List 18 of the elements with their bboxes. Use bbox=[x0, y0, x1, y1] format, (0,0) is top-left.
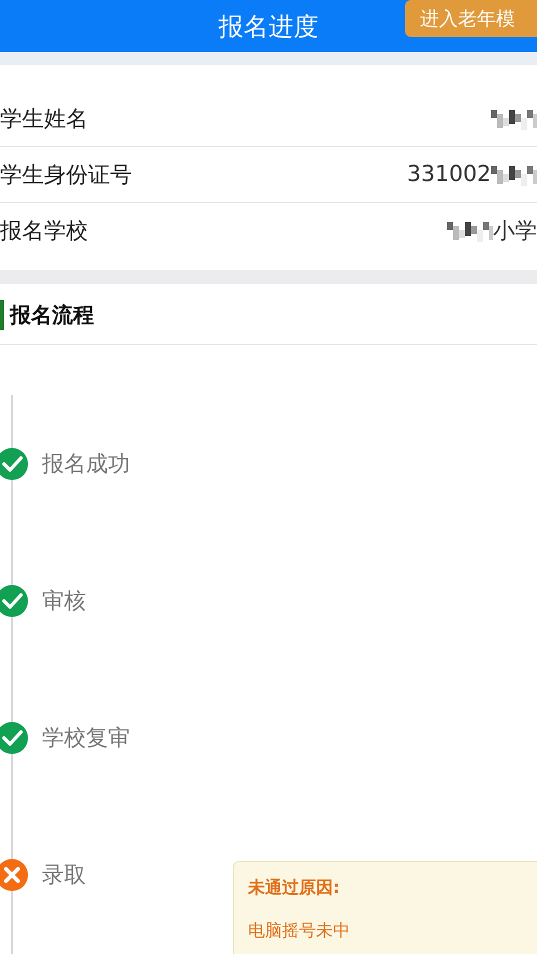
step-label: 学校复审 bbox=[42, 724, 130, 752]
step-label: 报名成功 bbox=[42, 450, 130, 478]
page-title: 报名进度 bbox=[218, 10, 318, 42]
reason-text: 电脑摇号未中 bbox=[248, 920, 351, 942]
field-value: 331002 bbox=[407, 162, 491, 187]
field-label: 学生姓名 bbox=[0, 106, 88, 134]
field-label: 报名学校 bbox=[0, 218, 88, 246]
cross-icon bbox=[0, 858, 29, 892]
step-label: 录取 bbox=[42, 862, 86, 890]
field-value: 小学 bbox=[493, 218, 537, 246]
field-label: 学生身份证号 bbox=[0, 162, 132, 190]
section-title: 报名流程 bbox=[0, 300, 537, 330]
step-label: 审核 bbox=[42, 588, 86, 616]
check-icon bbox=[0, 446, 29, 480]
elder-mode-button[interactable]: 进入老年模 bbox=[405, 0, 537, 37]
check-icon bbox=[0, 720, 29, 754]
check-icon bbox=[0, 584, 29, 618]
reason-title: 未通过原因: bbox=[248, 877, 341, 899]
